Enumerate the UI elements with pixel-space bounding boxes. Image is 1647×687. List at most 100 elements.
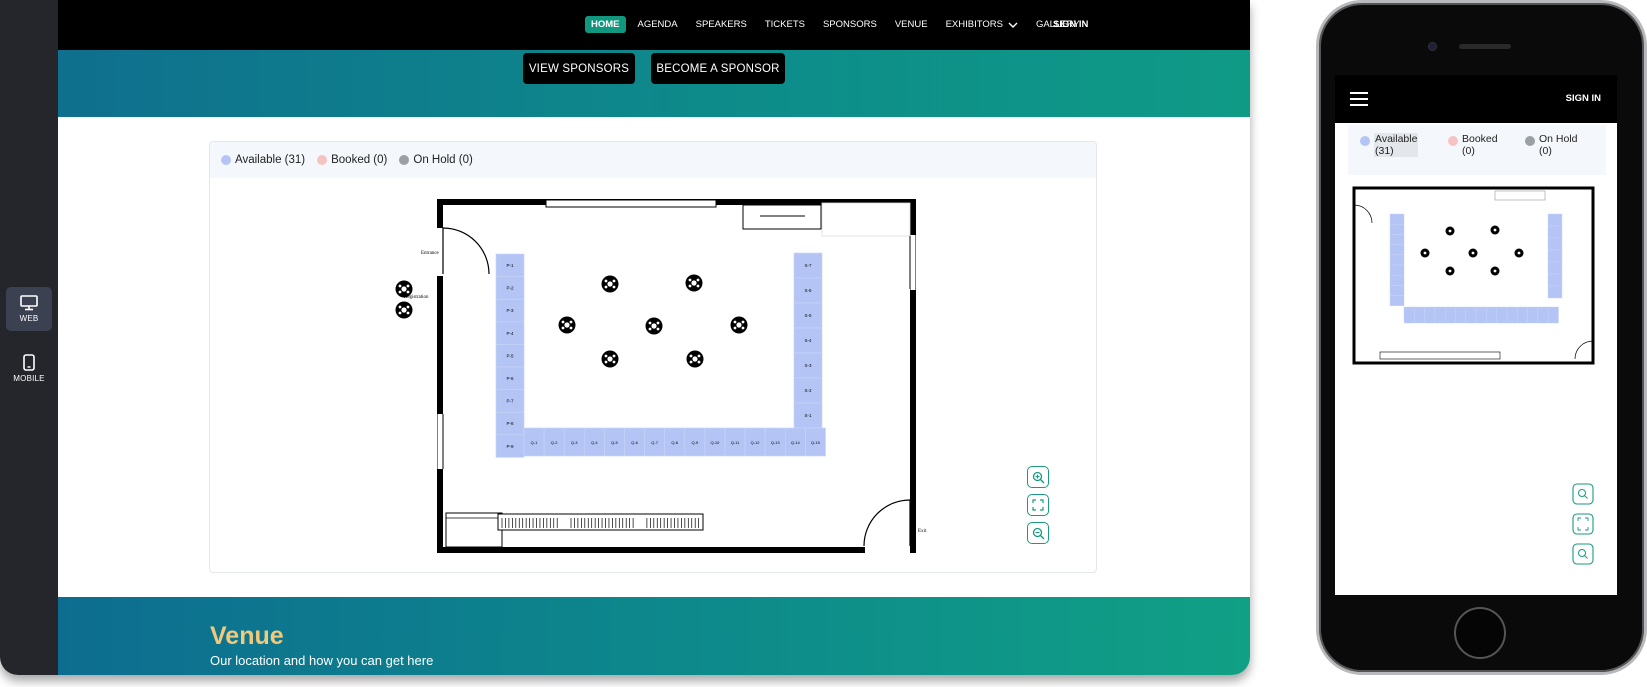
smartphone-icon [23, 353, 35, 371]
booth[interactable] [1389, 234, 1405, 245]
round-table-icon [1468, 248, 1478, 258]
mobile-nav: SIGN IN [1335, 75, 1617, 123]
booth[interactable] [1389, 254, 1405, 266]
mobile-seating-rack [1379, 351, 1501, 360]
mobile-legend-on-hold: On Hold (0) [1525, 133, 1578, 157]
legend-available-label: Available (31) [235, 154, 306, 166]
booth[interactable] [1465, 306, 1477, 324]
nav-agenda[interactable]: AGENDA [632, 16, 684, 33]
fit-screen-button[interactable] [1027, 494, 1049, 516]
preview-mode-rail: WEB MOBILE [0, 0, 58, 675]
booth[interactable] [1496, 306, 1508, 324]
legend-on-hold: On Hold (0) [399, 154, 473, 166]
mobile-mode-button[interactable]: MOBILE [6, 346, 52, 390]
nav-speakers[interactable]: SPEAKERS [690, 16, 753, 33]
round-table-icon [1445, 266, 1455, 276]
booth[interactable] [1527, 306, 1539, 324]
registration-desk-icon [395, 301, 413, 319]
booth-label: P-5 [506, 353, 514, 358]
booth[interactable] [1389, 224, 1405, 235]
view-sponsors-button[interactable]: VIEW SPONSORS [523, 53, 635, 84]
booth[interactable] [1389, 285, 1405, 296]
nav-exhibitors[interactable]: EXHIBITORS [940, 16, 1024, 33]
mobile-available-line2: (31) [1375, 145, 1394, 157]
booth-label: Q-9 [691, 440, 698, 445]
booth[interactable] [1547, 249, 1563, 263]
booth[interactable] [1547, 306, 1559, 324]
booth[interactable] [1547, 237, 1563, 251]
mobile-fit-screen-button[interactable] [1572, 513, 1594, 535]
booth[interactable] [1389, 264, 1405, 276]
booth[interactable] [1547, 225, 1563, 239]
sign-in-link[interactable]: SIGN IN [1053, 19, 1088, 30]
become-sponsor-button[interactable]: BECOME A SPONSOR [651, 53, 785, 84]
booth[interactable] [1547, 213, 1563, 227]
venue-section: Venue Our location and how you can get h… [58, 597, 1250, 675]
hamburger-menu-icon[interactable] [1349, 91, 1369, 107]
booth-label: Q-2 [551, 440, 558, 445]
zoom-out-button[interactable] [1027, 522, 1049, 544]
mobile-available-text: Available (31) [1374, 133, 1419, 157]
home-button[interactable] [1454, 607, 1506, 659]
mobile-zoom-out-button[interactable] [1572, 543, 1594, 565]
on-hold-dot [1525, 136, 1535, 146]
nav-tickets[interactable]: TICKETS [759, 16, 811, 33]
booth[interactable] [1547, 261, 1563, 275]
mobile-zoom-in-button[interactable] [1572, 483, 1594, 505]
zoom-in-button[interactable] [1027, 466, 1049, 488]
booth[interactable] [1537, 306, 1549, 324]
booth[interactable] [1475, 306, 1487, 324]
round-table-icon [686, 350, 704, 368]
legend-available: Available (31) [221, 154, 305, 166]
phone-screen: SIGN IN Available (31) Booked (0) On Hold(… [1335, 75, 1617, 595]
available-dot [1360, 136, 1370, 146]
booth[interactable] [1486, 306, 1497, 324]
booth-label: P-3 [506, 308, 514, 313]
exit-label: Exit [918, 529, 927, 534]
nav-sponsors[interactable]: SPONSORS [817, 16, 883, 33]
booth-label: Q-14 [791, 440, 801, 445]
booth[interactable] [1389, 274, 1405, 286]
sponsor-hero: VIEW SPONSORS BECOME A SPONSOR [58, 50, 1250, 117]
booth[interactable] [1389, 244, 1405, 255]
booth-label: P-7 [506, 399, 514, 404]
booth-label: Q-1 [531, 440, 538, 445]
mobile-sign-in-link[interactable]: SIGN IN [1566, 93, 1601, 104]
site-preview: HOME AGENDA SPEAKERS TICKETS SPONSORS VE… [58, 0, 1250, 675]
booth[interactable] [1414, 306, 1425, 324]
booth[interactable] [1389, 213, 1405, 225]
mobile-booked-line2: (0) [1462, 145, 1475, 157]
booth[interactable] [1403, 306, 1415, 324]
round-table-icon [1490, 225, 1500, 235]
floor-plan[interactable]: Entrance Exit Registration P-1P-2P-3P-4P… [210, 178, 1097, 573]
booth-label: P-1 [506, 263, 514, 268]
round-table-icon [1514, 248, 1524, 258]
venue-subtitle: Our location and how you can get here [210, 653, 434, 668]
booth[interactable] [1444, 306, 1456, 324]
web-mode-button[interactable]: WEB [6, 287, 52, 331]
stage-fixture [742, 204, 822, 230]
chevron-down-icon [1008, 22, 1018, 28]
mobile-booked-line1: Booked [1462, 133, 1498, 145]
web-mode-label: WEB [19, 314, 39, 323]
booth[interactable] [1517, 306, 1528, 324]
booth[interactable] [1506, 306, 1518, 324]
nav-home[interactable]: HOME [585, 16, 626, 33]
round-table-icon [601, 350, 619, 368]
booth[interactable] [1547, 273, 1563, 287]
monitor-icon [20, 295, 38, 311]
mobile-legend-booked: Booked (0) [1448, 133, 1498, 157]
mobile-stage [1494, 190, 1546, 201]
booth[interactable] [1434, 306, 1446, 324]
mobile-mode-label: MOBILE [13, 373, 45, 383]
booth[interactable] [1424, 306, 1436, 324]
mobile-floor-plan[interactable] [1335, 175, 1617, 595]
mobile-legend-available: Available (31) [1360, 133, 1419, 157]
booth[interactable] [1389, 295, 1405, 306]
booth-label: P-4 [506, 331, 514, 336]
nav-venue[interactable]: VENUE [889, 16, 934, 33]
booth[interactable] [1455, 306, 1467, 324]
registration-desk-icon [395, 280, 413, 298]
venue-title: Venue [210, 622, 284, 650]
booth[interactable] [1547, 285, 1563, 299]
